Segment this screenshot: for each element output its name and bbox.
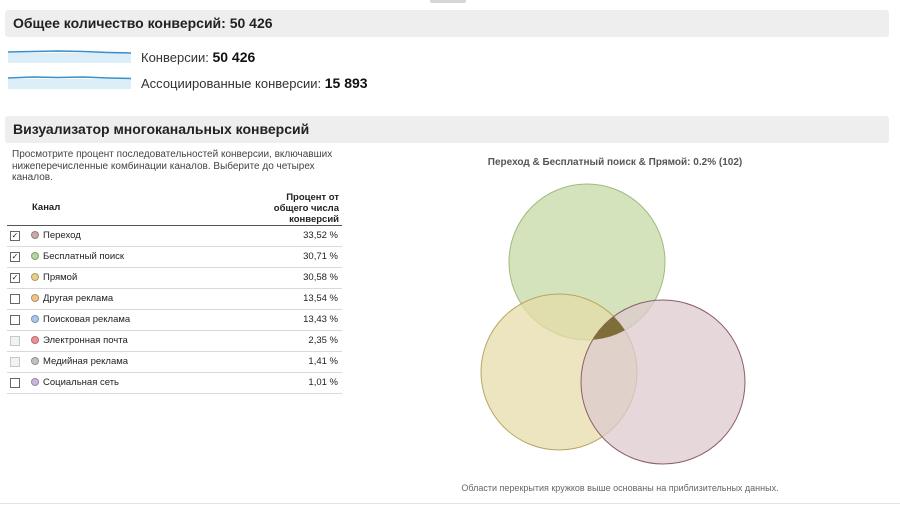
bottom-divider (0, 503, 900, 504)
channel-name: Бесплатный поиск (43, 251, 125, 262)
venn-title: Переход & Бесплатный поиск & Прямой: 0.2… (487, 157, 743, 168)
table-row: ✓ Прямой 30,58 % (7, 268, 342, 289)
channel-checkbox[interactable] (10, 378, 20, 388)
channel-percent: 1,01 % (308, 377, 338, 388)
channel-name: Электронная почта (43, 335, 128, 346)
channel-name: Медийная реклама (43, 356, 129, 367)
channel-name: Социальная сеть (43, 377, 119, 388)
channel-percent: 30,71 % (303, 251, 338, 262)
top-scroll-tab[interactable] (430, 0, 466, 3)
channel-table: Канал Процент от общего числа конверсий … (7, 189, 342, 394)
channel-percent: 33,52 % (303, 230, 338, 241)
table-row: ✓ Бесплатный поиск 30,71 % (7, 247, 342, 268)
channel-name: Поисковая реклама (43, 314, 131, 325)
channel-checkbox (10, 336, 20, 346)
conversions-sparkline (8, 50, 131, 63)
channel-color-dot (31, 378, 39, 386)
channel-percent: 2,35 % (308, 335, 338, 346)
channel-name: Другая реклама (43, 293, 114, 304)
assisted-conversions-sparkline (8, 76, 131, 89)
visualizer-description: Просмотрите процент последовательностей … (12, 149, 333, 183)
table-row: Другая реклама 13,54 % (7, 289, 342, 310)
conversions-value: 50 426 (212, 49, 256, 65)
channel-percent: 1,41 % (308, 356, 338, 367)
channel-percent: 13,54 % (303, 293, 338, 304)
table-row: Электронная почта 2,35 % (7, 331, 342, 352)
channel-percent: 30,58 % (303, 272, 338, 283)
table-row: Поисковая реклама 13,43 % (7, 310, 342, 331)
assisted-conversions-value: 15 893 (324, 75, 368, 91)
channel-color-dot (31, 294, 39, 302)
venn-note: Области перекрытия кружков выше основаны… (461, 483, 779, 493)
channel-checkbox (10, 357, 20, 367)
channel-checkbox[interactable]: ✓ (10, 273, 20, 283)
column-header-percent[interactable]: Процент от общего числа конверсий (259, 192, 339, 225)
assisted-conversions-metric: Ассоциированные конверсии: 15 893 (141, 74, 368, 93)
channel-color-dot (31, 273, 39, 281)
table-header: Канал Процент от общего числа конверсий (7, 189, 342, 226)
channel-color-dot (31, 231, 39, 239)
channel-percent: 13,43 % (303, 314, 338, 325)
channel-name: Прямой (43, 272, 78, 283)
total-conversions-header: Общее количество конверсий: 50 426 (5, 10, 889, 37)
channel-color-dot (31, 357, 39, 365)
channel-name: Переход (43, 230, 81, 241)
table-row: Социальная сеть 1,01 % (7, 373, 342, 394)
channel-checkbox[interactable] (10, 294, 20, 304)
table-row: ✓ Переход 33,52 % (7, 226, 342, 247)
channel-checkbox[interactable] (10, 315, 20, 325)
column-header-channel[interactable]: Канал (32, 202, 60, 213)
channel-checkbox[interactable]: ✓ (10, 252, 20, 262)
table-row: Медийная реклама 1,41 % (7, 352, 342, 373)
conversions-label: Конверсии: (141, 50, 209, 65)
channel-color-dot (31, 336, 39, 344)
assisted-conversions-label: Ассоциированные конверсии: (141, 76, 322, 91)
channel-color-dot (31, 252, 39, 260)
conversions-metric: Конверсии: 50 426 (141, 48, 255, 67)
channel-color-dot (31, 315, 39, 323)
channel-checkbox[interactable]: ✓ (10, 231, 20, 241)
visualizer-header: Визуализатор многоканальных конверсий (5, 116, 889, 143)
venn-diagram (480, 183, 746, 465)
